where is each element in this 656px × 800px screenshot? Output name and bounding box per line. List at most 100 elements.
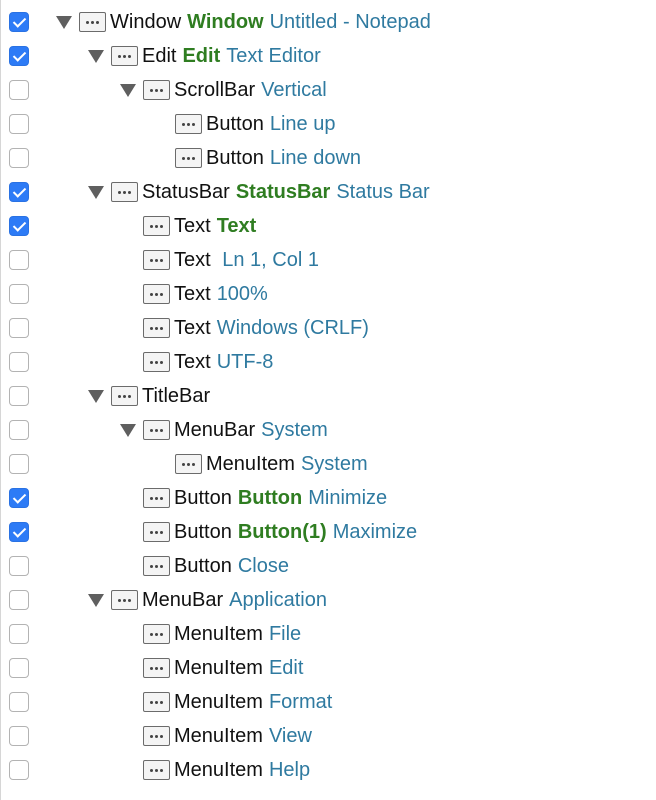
row-checkbox[interactable] <box>9 114 29 134</box>
node-label: MenuItem File <box>174 617 301 651</box>
dot <box>86 20 89 24</box>
tree-row[interactable]: TitleBar <box>0 379 656 413</box>
tree-row[interactable]: Button Line up <box>0 107 656 141</box>
disclosure-triangle-icon[interactable] <box>88 389 104 403</box>
dot <box>123 598 126 602</box>
dot <box>155 666 158 670</box>
tree-node[interactable]: Text Windows (CRLF) <box>120 311 369 345</box>
row-checkbox[interactable] <box>9 420 29 440</box>
disclosure-triangle-icon[interactable] <box>88 593 104 607</box>
disclosure-triangle-icon[interactable] <box>88 49 104 63</box>
dot <box>150 632 153 636</box>
tree-row[interactable]: MenuItem Edit <box>0 651 656 685</box>
tree-node[interactable]: Button Close <box>120 549 289 583</box>
row-checkbox[interactable] <box>9 250 29 270</box>
row-checkbox[interactable] <box>9 488 29 508</box>
tree-node[interactable]: MenuItem Format <box>120 685 332 719</box>
tree-row[interactable]: Window Window Untitled - Notepad <box>0 5 656 39</box>
row-checkbox[interactable] <box>9 760 29 780</box>
tree-row[interactable]: MenuItem Format <box>0 685 656 719</box>
tree-node[interactable]: MenuItem Help <box>120 753 310 787</box>
tree-node[interactable]: Text 100% <box>120 277 268 311</box>
row-checkbox[interactable] <box>9 352 29 372</box>
tree-node[interactable]: StatusBar StatusBar Status Bar <box>88 175 430 209</box>
tree-row[interactable]: Button Button Minimize <box>0 481 656 515</box>
row-checkbox[interactable] <box>9 386 29 406</box>
row-checkbox[interactable] <box>9 80 29 100</box>
disclosure-triangle-icon[interactable] <box>120 83 136 97</box>
tree-row[interactable]: StatusBar StatusBar Status Bar <box>0 175 656 209</box>
tree-row[interactable]: MenuItem System <box>0 447 656 481</box>
tree-node[interactable]: MenuBar System <box>120 413 328 447</box>
node-description: 100% <box>216 283 268 305</box>
dot <box>160 326 163 330</box>
row-checkbox[interactable] <box>9 556 29 576</box>
tree-row[interactable]: MenuBar System <box>0 413 656 447</box>
dot <box>150 530 153 534</box>
dot <box>192 122 195 126</box>
row-checkbox[interactable] <box>9 658 29 678</box>
row-checkbox[interactable] <box>9 216 29 236</box>
row-checkbox[interactable] <box>9 318 29 338</box>
row-checkbox[interactable] <box>9 624 29 644</box>
tree-node[interactable]: Text Text <box>120 209 256 243</box>
tree-node[interactable]: MenuItem System <box>152 447 368 481</box>
dots-glyph <box>150 88 163 92</box>
dots-glyph <box>150 530 163 534</box>
dots-glyph <box>150 496 163 500</box>
row-checkbox[interactable] <box>9 590 29 610</box>
tree-row[interactable]: Text Windows (CRLF) <box>0 311 656 345</box>
tree-row[interactable]: MenuItem Help <box>0 753 656 787</box>
node-type: Button <box>206 113 264 135</box>
tree-node[interactable]: Window Window Untitled - Notepad <box>56 5 431 39</box>
tree-node[interactable]: Text Ln 1, Col 1 <box>120 243 319 277</box>
tree-row[interactable]: ScrollBar Vertical <box>0 73 656 107</box>
dots-glyph <box>150 768 163 772</box>
row-checkbox[interactable] <box>9 692 29 712</box>
element-dots-icon <box>143 556 170 576</box>
tree-row[interactable]: Text UTF-8 <box>0 345 656 379</box>
tree-row[interactable]: Button Line down <box>0 141 656 175</box>
tree-row[interactable]: Edit Edit Text Editor <box>0 39 656 73</box>
tree-node[interactable]: Text UTF-8 <box>120 345 273 379</box>
disclosure-triangle-icon[interactable] <box>56 15 72 29</box>
node-type: Text <box>174 283 211 305</box>
tree-row[interactable]: Button Button(1) Maximize <box>0 515 656 549</box>
tree-row[interactable]: MenuItem File <box>0 617 656 651</box>
tree-node[interactable]: ScrollBar Vertical <box>120 73 327 107</box>
dot <box>150 258 153 262</box>
tree-node[interactable]: TitleBar <box>88 379 210 413</box>
tree-node[interactable]: MenuItem Edit <box>120 651 303 685</box>
disclosure-triangle-icon[interactable] <box>120 423 136 437</box>
tree-row[interactable]: Button Close <box>0 549 656 583</box>
tree-node[interactable]: Button Button Minimize <box>120 481 387 515</box>
tree-node[interactable]: Edit Edit Text Editor <box>88 39 321 73</box>
row-checkbox[interactable] <box>9 454 29 474</box>
tree-node[interactable]: Button Line down <box>152 141 361 175</box>
tree-node[interactable]: MenuItem View <box>120 719 312 753</box>
node-description: Vertical <box>261 79 327 101</box>
row-checkbox[interactable] <box>9 148 29 168</box>
node-label: MenuItem Help <box>174 753 310 787</box>
row-checkbox[interactable] <box>9 284 29 304</box>
tree-node[interactable]: Button Button(1) Maximize <box>120 515 417 549</box>
tree-node[interactable]: Button Line up <box>152 107 335 141</box>
tree-row[interactable]: Text Ln 1, Col 1 <box>0 243 656 277</box>
tree-row[interactable]: MenuBar Application <box>0 583 656 617</box>
row-checkbox[interactable] <box>9 12 29 32</box>
dot <box>160 360 163 364</box>
tree-row[interactable]: MenuItem View <box>0 719 656 753</box>
node-label: Text Windows (CRLF) <box>174 311 369 345</box>
tree-row[interactable]: Text Text <box>0 209 656 243</box>
node-type: Text <box>174 249 211 271</box>
row-checkbox[interactable] <box>9 182 29 202</box>
row-checkbox[interactable] <box>9 46 29 66</box>
dot <box>91 20 94 24</box>
dot <box>123 54 126 58</box>
row-checkbox[interactable] <box>9 726 29 746</box>
disclosure-triangle-icon[interactable] <box>88 185 104 199</box>
tree-node[interactable]: MenuBar Application <box>88 583 327 617</box>
row-checkbox[interactable] <box>9 522 29 542</box>
tree-node[interactable]: MenuItem File <box>120 617 301 651</box>
tree-row[interactable]: Text 100% <box>0 277 656 311</box>
